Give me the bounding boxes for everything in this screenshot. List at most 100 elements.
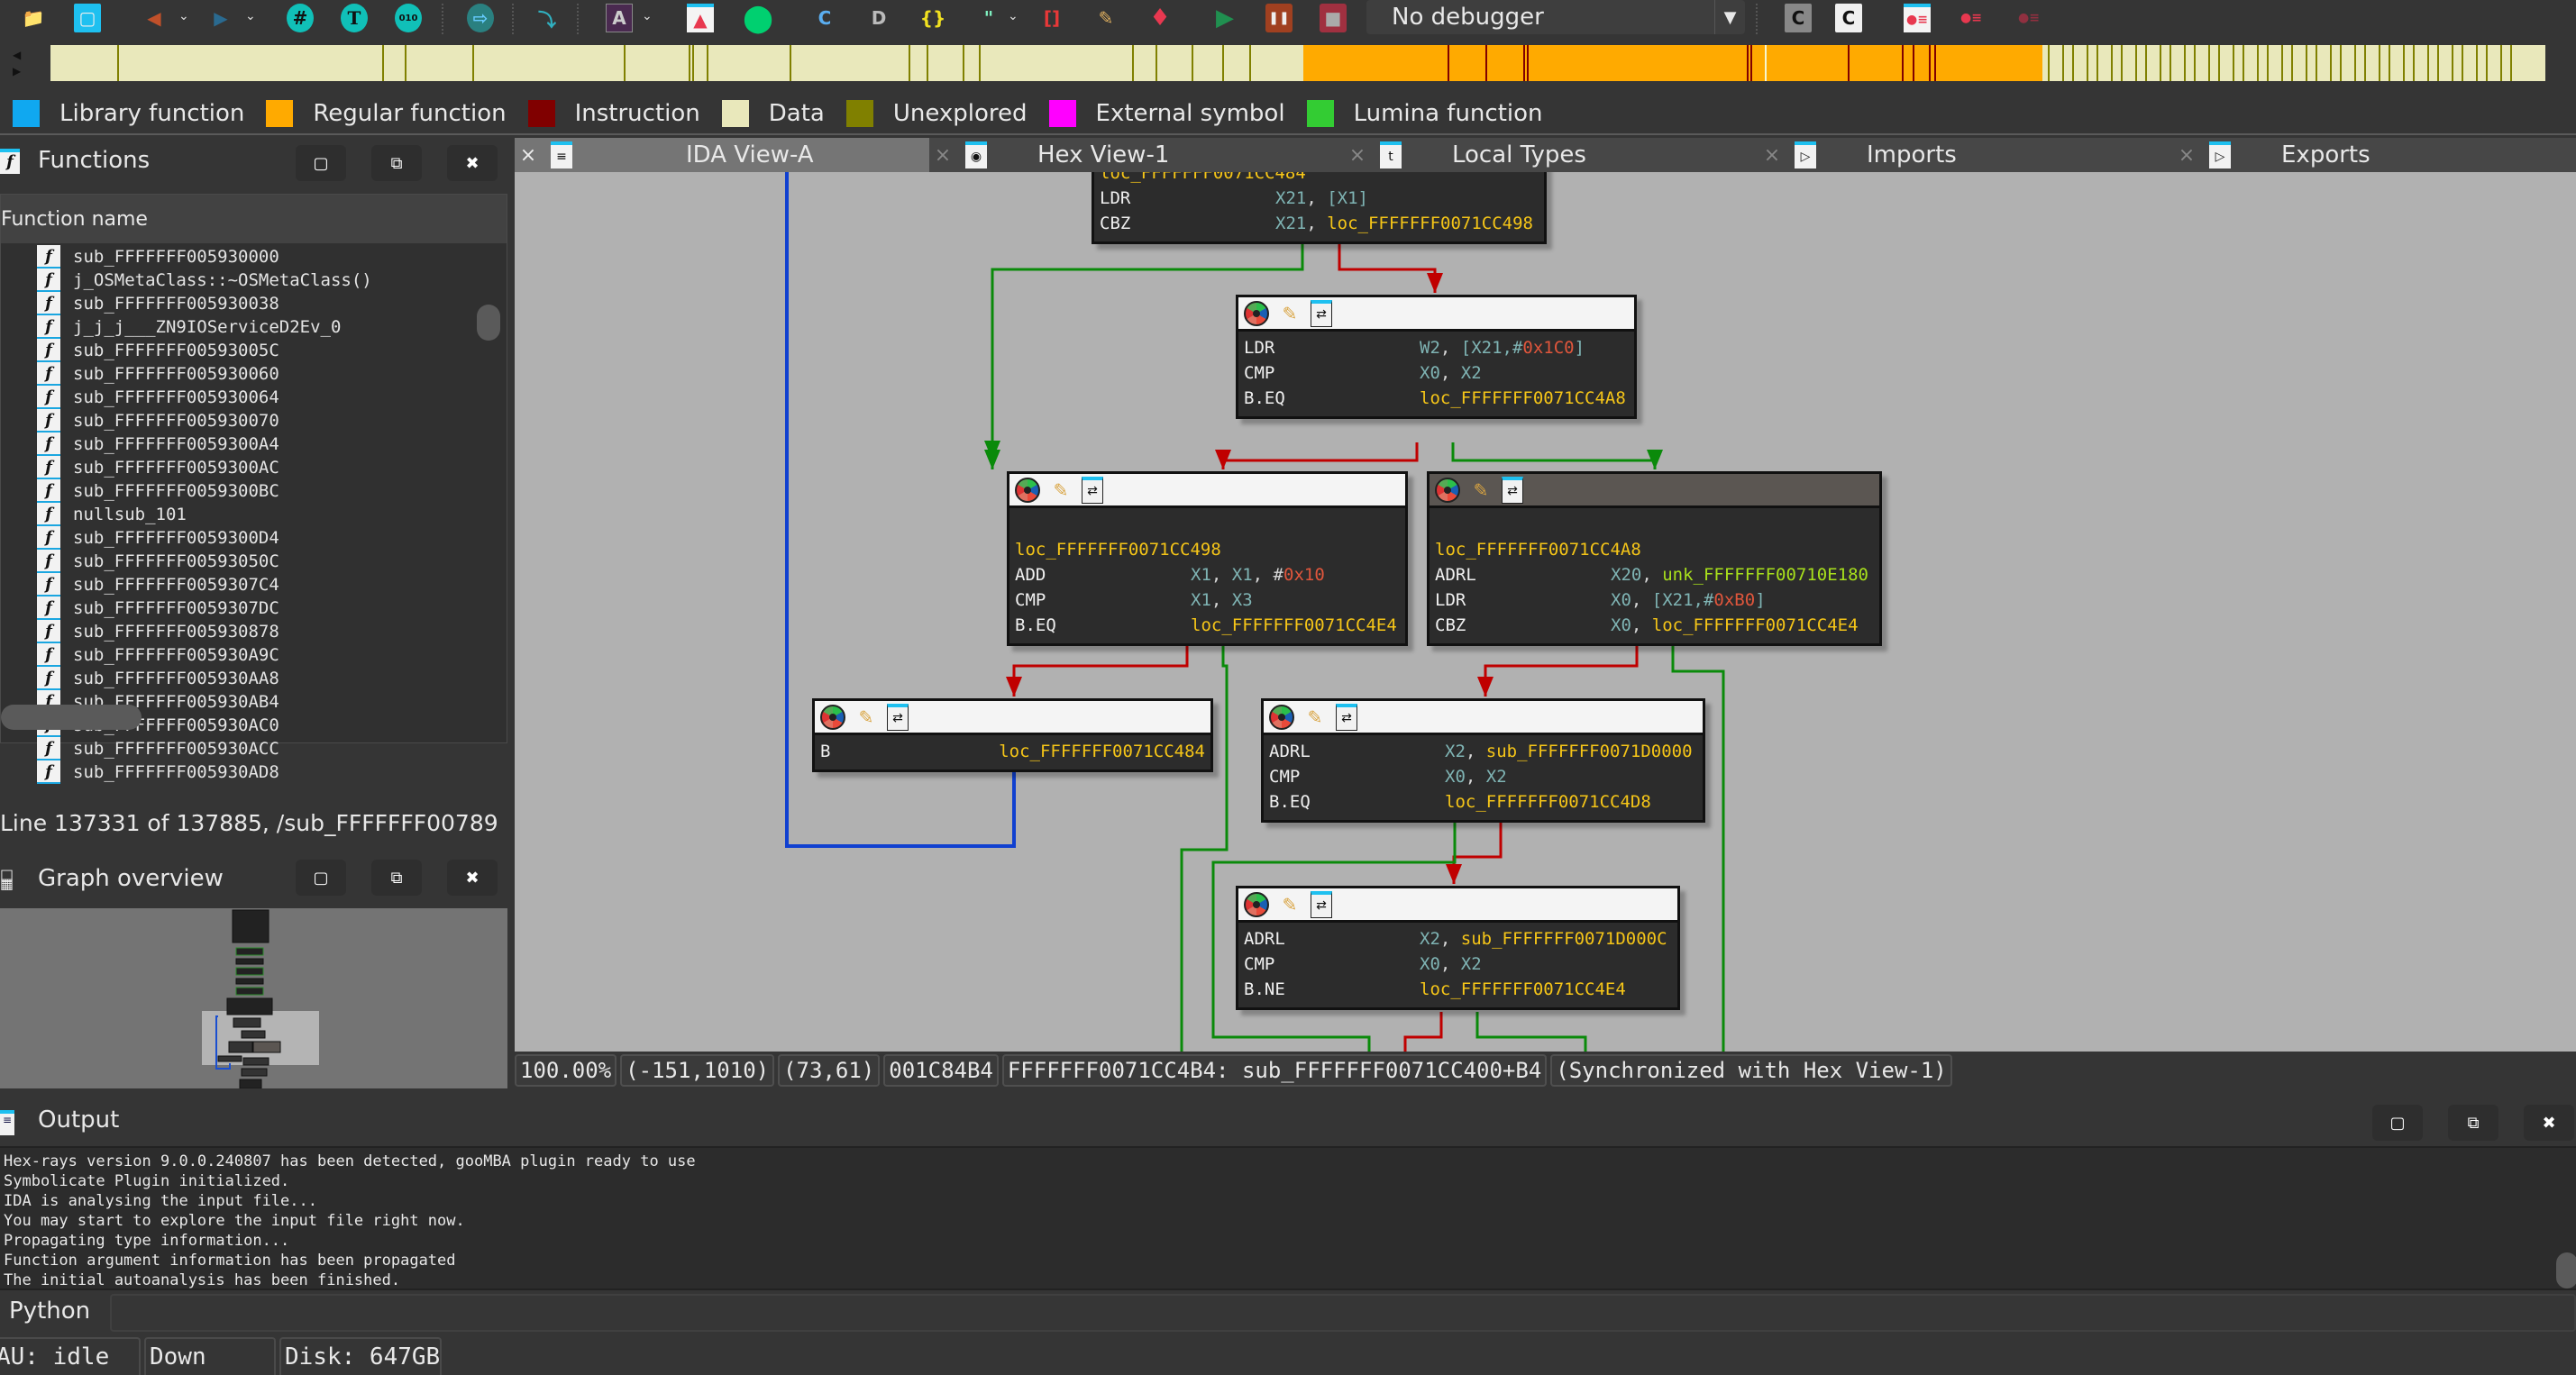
- search-direction[interactable]: Down: [144, 1337, 276, 1375]
- graph-node[interactable]: ✎ ⇄ LDR W2, [X21,# 0x1C0] CMP X0, X2 B.EQ loc_FF…: [1236, 295, 1637, 419]
- tab-imports[interactable]: × ▷ Imports: [1758, 138, 2173, 172]
- function-list-item[interactable]: f sub_FFFFFFF0059307DC: [37, 596, 470, 620]
- maximize-button[interactable]: ▢: [2372, 1105, 2423, 1141]
- array-icon[interactable]: []: [1038, 4, 1065, 32]
- tab-close-icon[interactable]: ×: [1758, 144, 1786, 167]
- node-group-icon[interactable]: ⇄: [1311, 890, 1332, 918]
- run-icon[interactable]: ▶: [1211, 4, 1238, 32]
- string-A-icon[interactable]: A: [606, 4, 633, 32]
- float-button[interactable]: ⧉: [371, 860, 422, 896]
- open-folder-icon[interactable]: 📁: [20, 4, 47, 32]
- node-group-icon[interactable]: ⇄: [1336, 703, 1357, 731]
- data-icon[interactable]: D: [865, 4, 892, 32]
- function-list-item[interactable]: f sub_FFFFFFF005930064: [37, 386, 470, 409]
- node-color-icon[interactable]: [1015, 477, 1040, 503]
- function-list-item[interactable]: f sub_FFFFFFF005930000: [37, 245, 470, 269]
- node-rename-icon[interactable]: ✎: [1278, 892, 1302, 917]
- node-label[interactable]: loc_FFFFFFF0071CC498: [1015, 537, 1400, 562]
- close-button[interactable]: ✖: [2524, 1105, 2574, 1141]
- operand-loc[interactable]: loc_FFFFFFF0071CC4E4: [1652, 613, 1859, 638]
- binary-icon[interactable]: 010: [395, 4, 422, 32]
- node-color-icon[interactable]: [1269, 704, 1294, 730]
- instruction-line[interactable]: B.EQ loc_FFFFFFF0071CC4D8: [1269, 789, 1697, 815]
- debugger-select[interactable]: No debugger ▼: [1366, 0, 1745, 34]
- graph-node[interactable]: ✎ ⇄ ADRL X2, sub_FFFFFFF0071D000C CMP X0, X2 B…: [1236, 886, 1680, 1010]
- instruction-line[interactable]: LDR X21, [X1]: [1100, 186, 1539, 211]
- node-rename-icon[interactable]: ✎: [1303, 705, 1327, 730]
- function-list-item[interactable]: f sub_FFFFFFF005930038: [37, 292, 470, 315]
- instruction-line[interactable]: ADRL X2, sub_FFFFFFF0071D000C: [1244, 926, 1672, 952]
- node-label[interactable]: loc_FFFFFFF0071CC484: [1100, 172, 1539, 186]
- node-group-icon[interactable]: ⇄: [1082, 476, 1103, 504]
- breakpoint-list-icon[interactable]: ●≡: [1904, 4, 1931, 32]
- float-button[interactable]: ⧉: [371, 145, 422, 181]
- function-list-item[interactable]: f sub_FFFFFFF005930ACC: [37, 737, 470, 760]
- operand-loc[interactable]: loc_FFFFFFF0071CC498: [1327, 211, 1533, 236]
- text-icon[interactable]: T: [341, 4, 368, 32]
- function-list-item[interactable]: f sub_FFFFFFF0059300AC: [37, 456, 470, 479]
- node-color-icon[interactable]: [1435, 477, 1460, 503]
- edge-true[interactable]: [1475, 1012, 1587, 1052]
- instruction-line[interactable]: CMP X0, X2: [1244, 360, 1629, 386]
- tab-close-icon[interactable]: ×: [1344, 144, 1371, 167]
- instruction-line[interactable]: ADD X1, X1, #0x10: [1015, 562, 1400, 587]
- instruction-line[interactable]: Bloc_FFFFFFF0071CC484: [820, 739, 1205, 764]
- instruction-line[interactable]: LDR X0, [X21,# 0xB0]: [1435, 587, 1874, 613]
- operand-loc[interactable]: sub_FFFFFFF0071D000C: [1461, 926, 1667, 952]
- node-group-icon[interactable]: ⇄: [1311, 299, 1332, 327]
- instruction-line[interactable]: LDR W2, [X21,# 0x1C0]: [1244, 335, 1629, 360]
- python-input[interactable]: [110, 1294, 2576, 1332]
- float-button[interactable]: ⧉: [2448, 1105, 2498, 1141]
- edge-false[interactable]: [1221, 442, 1419, 469]
- jump-down-icon[interactable]: ⤵: [534, 4, 561, 32]
- vertical-scrollbar[interactable]: [477, 305, 500, 341]
- instruction-line[interactable]: B.NE loc_FFFFFFF0071CC4E4: [1244, 977, 1672, 1002]
- function-list-item[interactable]: f sub_FFFFFFF0059300BC: [37, 479, 470, 503]
- code-icon[interactable]: C: [811, 4, 838, 32]
- navigation-band[interactable]: [50, 45, 2545, 81]
- instruction-line[interactable]: B.EQ loc_FFFFFFF0071CC4A8: [1244, 386, 1629, 411]
- stop-icon[interactable]: ■: [1320, 4, 1347, 32]
- save-icon[interactable]: ▢: [74, 4, 101, 32]
- node-group-icon[interactable]: ⇄: [1502, 476, 1523, 504]
- function-list-item[interactable]: f sub_FFFFFFF005930878: [37, 620, 470, 643]
- operand-loc[interactable]: loc_FFFFFFF0071CC4A8: [1420, 386, 1626, 411]
- tab-close-icon[interactable]: ×: [2173, 144, 2200, 167]
- function-list-item[interactable]: f sub_FFFFFFF00593050C: [37, 550, 470, 573]
- operand-loc[interactable]: loc_FFFFFFF0071CC4E4: [1191, 613, 1397, 638]
- instruction-line[interactable]: CBZ X21, loc_FFFFFFF0071CC498: [1100, 211, 1539, 236]
- close-button[interactable]: ✖: [447, 860, 498, 896]
- instruction-line[interactable]: ADRL X2, sub_FFFFFFF0071D0000: [1269, 739, 1697, 764]
- output-log[interactable]: Hex-rays version 9.0.0.240807 has been d…: [0, 1146, 2576, 1290]
- operand-loc[interactable]: loc_FFFFFFF0071CC484: [999, 739, 1205, 764]
- tab-close-icon[interactable]: ×: [515, 144, 542, 167]
- hash-icon[interactable]: #: [287, 4, 314, 32]
- edge-false[interactable]: [1338, 244, 1437, 293]
- operand-loc[interactable]: loc_FFFFFFF0071CC4E4: [1420, 977, 1626, 1002]
- node-color-icon[interactable]: [1244, 891, 1269, 917]
- graph-node[interactable]: loc_FFFFFFF0071CC484 LDR X21, [X1] CBZ X21, …: [1092, 172, 1547, 244]
- graph-icon[interactable]: ▲: [687, 4, 714, 32]
- node-label[interactable]: loc_FFFFFFF0071CC4A8: [1435, 537, 1874, 562]
- column-header-function-name[interactable]: Function name: [1, 195, 507, 243]
- tab-close-icon[interactable]: ×: [929, 144, 956, 167]
- green-circle-icon[interactable]: ⬤: [743, 3, 773, 34]
- edge-true[interactable]: [1451, 442, 1657, 469]
- add-breakpoint-icon[interactable]: ●≡: [1958, 4, 1985, 32]
- node-rename-icon[interactable]: ✎: [854, 705, 878, 730]
- operand-unk[interactable]: unk_FFFFFFF00710E180: [1662, 562, 1868, 587]
- chevron-down-icon[interactable]: ▼: [1714, 0, 1745, 34]
- node-color-icon[interactable]: [1244, 300, 1269, 326]
- delete-breakpoint-icon[interactable]: ●≡: [2015, 4, 2042, 32]
- step-into-icon[interactable]: C: [1785, 4, 1812, 32]
- tab-hex-view-1[interactable]: × ◉ Hex View-1: [929, 138, 1344, 172]
- function-list-item[interactable]: f j_OSMetaClass::~OSMetaClass(): [37, 269, 470, 292]
- quote-dropdown-chevron-icon[interactable]: ⌄: [1008, 9, 1019, 23]
- forward-icon[interactable]: ▶: [207, 4, 234, 32]
- maximize-button[interactable]: ▢: [296, 145, 346, 181]
- maximize-button[interactable]: ▢: [296, 860, 346, 896]
- graph-node[interactable]: ✎ ⇄ loc_FFFFFFF0071CC4A8 ADRL X20, unk_FFFFF…: [1427, 471, 1882, 646]
- instruction-line[interactable]: CMP X0, X2: [1269, 764, 1697, 789]
- horizontal-scrollbar[interactable]: [1, 705, 142, 730]
- output-scrollbar[interactable]: [2556, 1252, 2576, 1288]
